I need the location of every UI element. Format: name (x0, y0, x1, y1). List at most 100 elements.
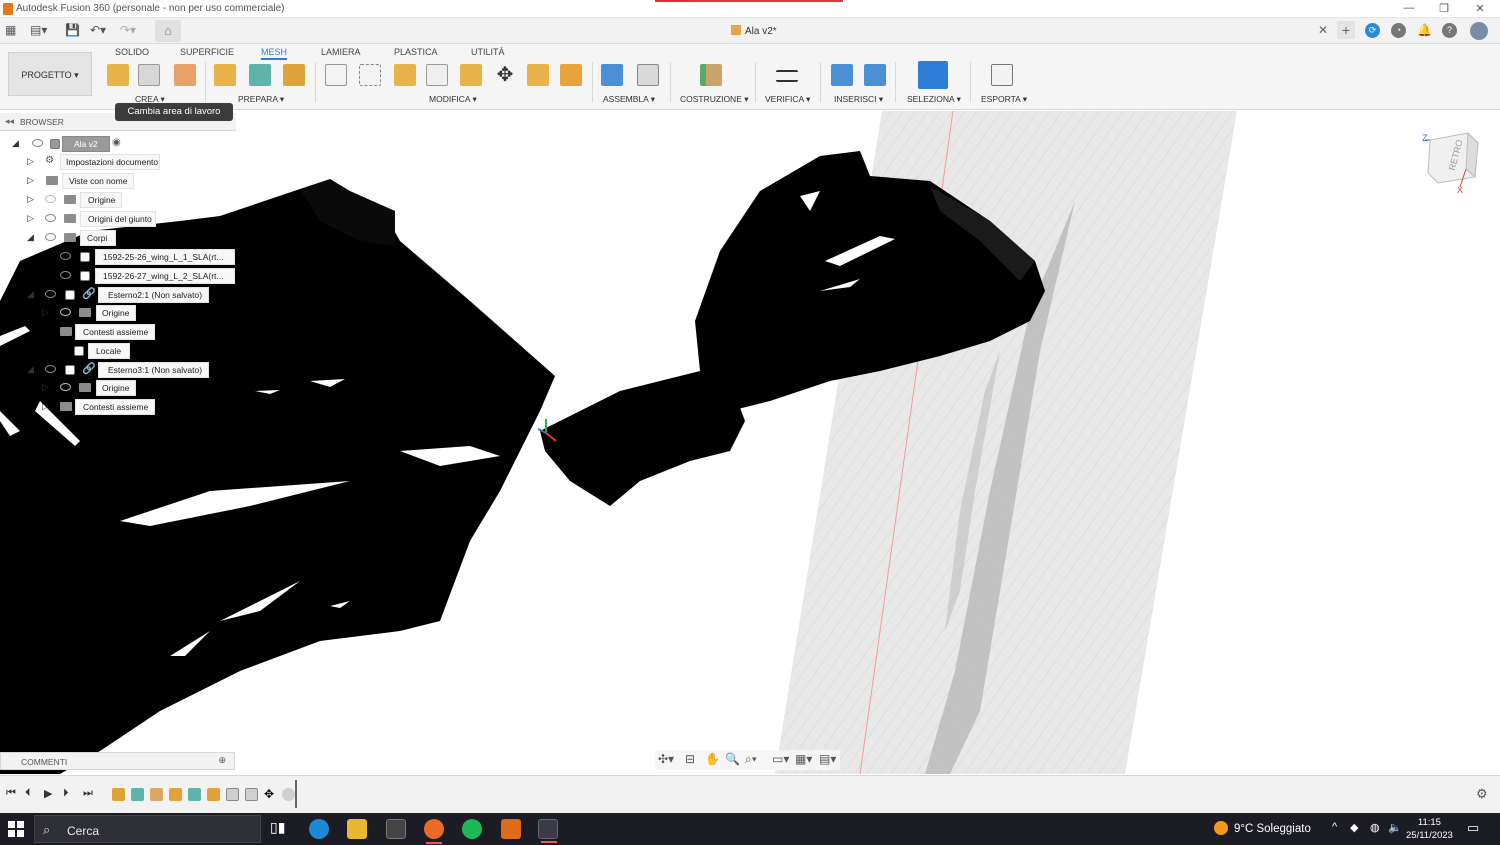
joint-icon[interactable] (637, 64, 659, 86)
expand-toggle-icon[interactable]: ▷ (27, 175, 34, 186)
document-tab[interactable]: Ala v2* (731, 25, 777, 37)
edge-browser-icon[interactable] (309, 819, 329, 839)
viewcube[interactable]: Z X RETRO (1420, 125, 1485, 195)
grid-settings-icon[interactable]: ▦▾ (795, 752, 812, 766)
group-costruzione[interactable]: COSTRUZIONE ▾ (680, 94, 749, 105)
repair-icon[interactable] (283, 64, 305, 86)
move-icon[interactable]: ✥ (494, 64, 516, 86)
file-explorer-icon[interactable] (347, 819, 367, 839)
save-icon[interactable]: 💾 (65, 23, 80, 37)
expand-toggle-icon[interactable]: ▷ (42, 401, 49, 412)
tree-item-joint-origins[interactable]: ▷ Origini del giunto (0, 211, 236, 227)
visibility-eye-icon[interactable] (45, 233, 56, 241)
tab-mesh[interactable]: MESH (261, 47, 288, 60)
timeline-feature[interactable] (169, 788, 182, 801)
project-button[interactable]: PROGETTO ▾ (8, 52, 92, 96)
expand-toggle-icon[interactable]: ◢ (27, 289, 34, 300)
expand-toggle-icon[interactable]: ◢ (27, 364, 34, 375)
visibility-eye-icon[interactable] (45, 195, 56, 203)
visibility-eye-icon[interactable] (45, 365, 56, 373)
display-settings-icon[interactable]: ▭▾ (772, 752, 789, 766)
remesh-icon[interactable] (359, 64, 381, 86)
weather-widget[interactable]: 9°C Soleggiato (1214, 821, 1311, 835)
expand-toggle-icon[interactable]: ◢ (27, 232, 34, 243)
tree-item-named-views[interactable]: ▷ Viste con nome (0, 173, 236, 189)
tree-item-external-2-origin[interactable]: ▷ Origine (0, 305, 236, 321)
select-icon[interactable] (918, 61, 948, 89)
timeline-feature[interactable] (188, 788, 201, 801)
timeline-feature[interactable] (245, 788, 258, 801)
help-icon[interactable]: ? (1442, 23, 1457, 38)
active-app-icon[interactable] (538, 819, 558, 843)
tree-item-local[interactable]: Locale (0, 343, 236, 359)
group-assembla[interactable]: ASSEMBLA ▾ (603, 94, 655, 105)
tree-item-external-3-origin[interactable]: ▷ Origine (0, 380, 236, 396)
step-forward-icon[interactable]: ⏵ (63, 787, 69, 800)
new-component-icon[interactable] (601, 64, 623, 86)
file-menu-icon[interactable]: ▤▾ (30, 23, 47, 37)
timeline-move-feature[interactable]: ✥ (264, 788, 277, 801)
visibility-eye-icon[interactable] (60, 271, 71, 279)
windows-start-icon[interactable] (8, 821, 24, 837)
visibility-eye-icon[interactable] (60, 252, 71, 260)
go-to-start-icon[interactable]: ⏮ (6, 787, 16, 800)
collapse-browser-icon[interactable]: ◂◂ (5, 116, 14, 127)
group-esporta[interactable]: ESPORTA ▾ (981, 94, 1027, 105)
job-status-icon[interactable]: ◔ (1391, 23, 1406, 38)
notifications-icon[interactable]: 🔔 (1417, 23, 1432, 38)
expand-toggle-icon[interactable]: ▷ (42, 307, 49, 318)
zoom-icon[interactable]: 🔍 (725, 752, 740, 766)
insert-canvas-icon[interactable] (864, 64, 886, 86)
offset-plane-icon[interactable] (700, 64, 722, 86)
combine-face-groups-icon[interactable] (249, 64, 271, 86)
timeline-marker[interactable] (295, 780, 297, 808)
data-panel-icon[interactable]: ⟳ (1365, 23, 1380, 38)
close-window-button[interactable]: ✕ (1470, 2, 1490, 15)
plane-cut-icon[interactable] (325, 64, 347, 86)
tree-item-mesh-body-2[interactable]: 1592-26-27_wing_L_2_SLA(rt... (0, 268, 236, 284)
play-icon[interactable]: ▶ (44, 787, 52, 800)
visibility-eye-icon[interactable] (32, 139, 43, 147)
timeline-feature[interactable] (112, 788, 125, 801)
grid-menu-icon[interactable]: ▦ (5, 23, 16, 37)
tab-lamiera[interactable]: LAMIERA (321, 47, 361, 57)
tree-item-mesh-body-1[interactable]: 1592-25-26_wing_L_1_SLA(rt... (0, 249, 236, 265)
expand-toggle-icon[interactable]: ▷ (27, 156, 34, 167)
group-verifica[interactable]: VERIFICA ▾ (765, 94, 810, 105)
new-tab-button[interactable]: + (1337, 21, 1355, 39)
network-icon[interactable]: ◍ (1370, 821, 1380, 834)
timeline-settings-gear-icon[interactable]: ⚙ (1476, 786, 1488, 802)
timeline-feature[interactable] (282, 788, 295, 801)
tree-item-root[interactable]: ◢ Ala v2 ◉ (0, 136, 236, 152)
scale-icon[interactable] (527, 64, 549, 86)
go-to-end-icon[interactable]: ⏭ (83, 787, 93, 800)
minimize-button[interactable]: — (1399, 2, 1419, 14)
task-view-icon[interactable]: ▯▮ (270, 819, 290, 839)
generate-face-groups-icon[interactable] (214, 64, 236, 86)
pan-icon[interactable]: ✋ (705, 752, 720, 766)
restore-button[interactable]: ❐ (1434, 2, 1454, 15)
spotify-icon[interactable] (462, 819, 482, 839)
reduce-icon[interactable] (394, 64, 416, 86)
viewports-icon[interactable]: ▤▾ (819, 752, 836, 766)
tree-item-origin[interactable]: ▷ Origine (0, 192, 236, 208)
firefox-icon[interactable] (424, 819, 444, 844)
tree-item-external-3-assembly-contexts[interactable]: ▷ Contesti assieme (0, 399, 236, 415)
visibility-eye-icon[interactable] (45, 290, 56, 298)
timeline-feature[interactable] (150, 788, 163, 801)
add-comment-icon[interactable]: ⊕ (218, 755, 226, 766)
volume-icon[interactable]: 🔈 (1388, 821, 1402, 834)
measure-icon[interactable] (776, 70, 798, 82)
close-tab-icon[interactable]: ✕ (1318, 23, 1328, 37)
timeline-feature[interactable] (207, 788, 220, 801)
tray-expand-icon[interactable]: ^ (1332, 821, 1337, 833)
activate-radio-icon[interactable]: ◉ (112, 137, 121, 148)
tab-utilita[interactable]: UTILITÀ (471, 47, 505, 57)
fusion-taskbar-icon[interactable] (501, 819, 521, 839)
expand-toggle-icon[interactable]: ▷ (27, 213, 34, 224)
shell-icon[interactable] (426, 64, 448, 86)
timeline-feature[interactable] (131, 788, 144, 801)
orbit-icon[interactable]: ✣▾ (658, 752, 674, 766)
group-inserisci[interactable]: INSERISCI ▾ (834, 94, 883, 105)
home-icon[interactable]: ⌂ (155, 20, 181, 42)
